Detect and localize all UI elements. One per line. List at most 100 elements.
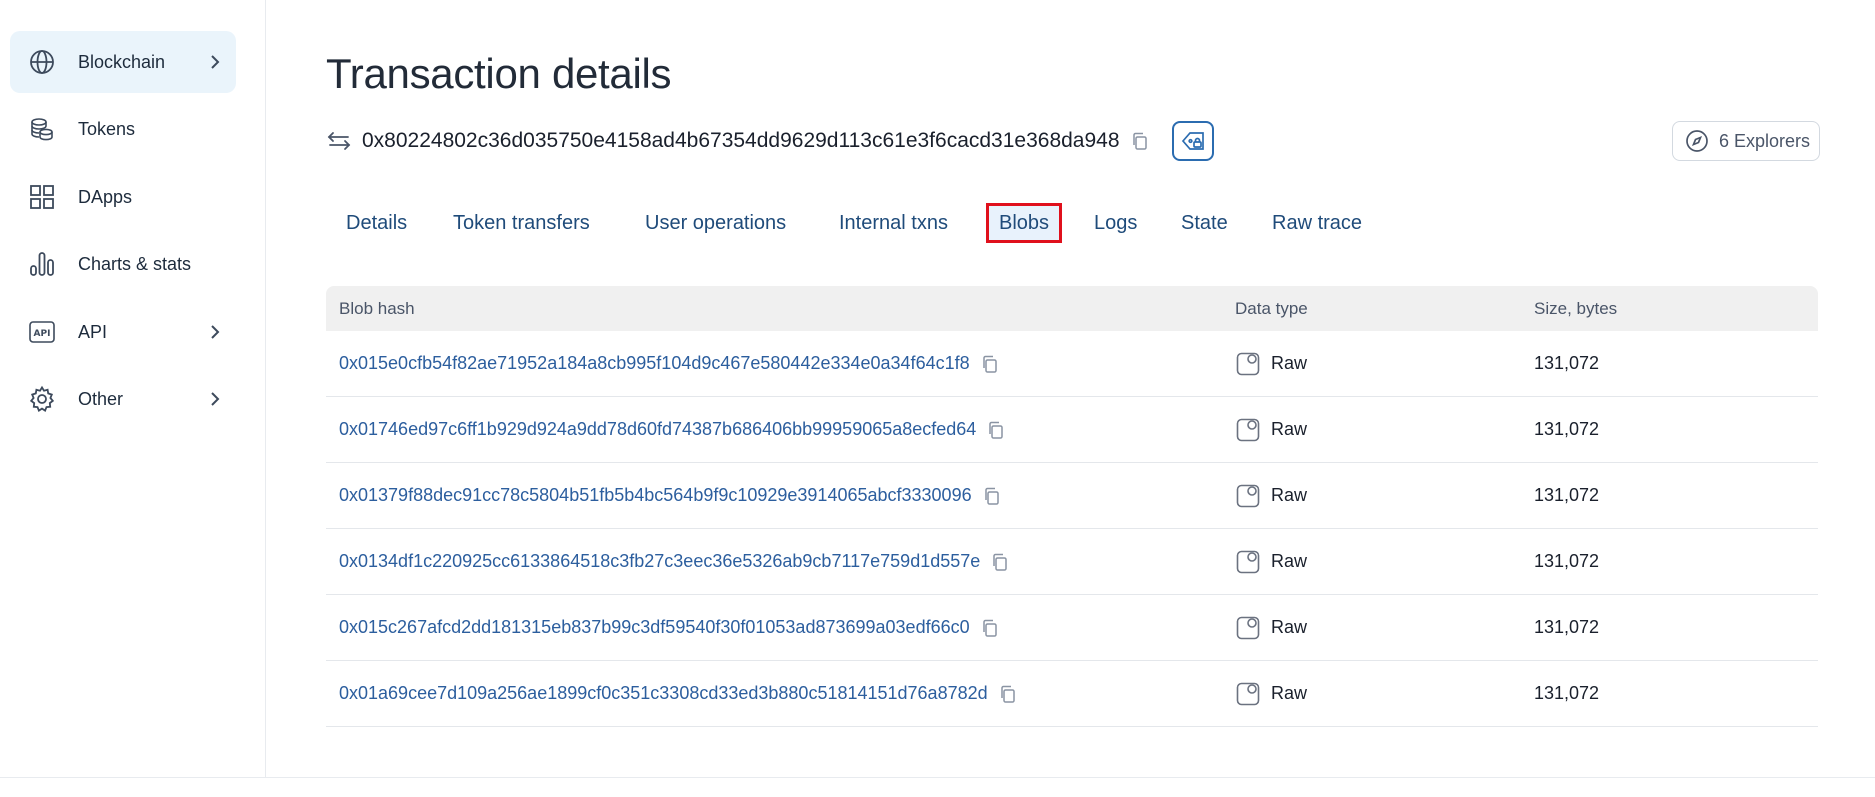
column-header-size: Size, bytes [1534,299,1618,318]
hash-cell: 0x015e0cfb54f82ae71952a184a8cb995f104d9c… [339,331,1000,396]
sidebar-item-blockchain[interactable]: Blockchain [10,31,236,93]
raw-file-icon [1235,351,1261,377]
explorers-label: 6 Explorers [1719,130,1811,151]
sidebar-item-tokens[interactable]: Tokens [10,98,236,160]
raw-file-icon [1235,615,1261,641]
table-row: 0x015c267afcd2dd181315eb837b99c3df59540f… [326,595,1818,661]
tab-user-operations[interactable]: User operations [645,203,786,243]
sidebar-item-label: DApps [78,187,133,207]
raw-file-icon [1235,417,1261,443]
copy-icon[interactable] [982,486,1002,506]
size-cell: 131,072 [1534,331,1599,396]
size-cell: 131,072 [1534,529,1599,594]
size-cell: 131,072 [1534,397,1599,462]
blob-hash-link[interactable]: 0x015e0cfb54f82ae71952a184a8cb995f104d9c… [339,353,970,374]
size-value: 131,072 [1534,485,1600,505]
tab-token-transfers[interactable]: Token transfers [453,203,590,243]
hash-cell: 0x01746ed97c6ff1b929d924a9dd78d60fd74387… [339,397,1006,462]
column-header-hash: Blob hash [339,299,415,318]
tag-lock-icon [1181,132,1204,150]
table-row: 0x01746ed97c6ff1b929d924a9dd78d60fd74387… [326,397,1818,463]
chevron-right-icon [205,322,225,342]
size-value: 131,072 [1534,617,1600,637]
grid-icon [28,183,56,211]
sidebar-item-label: Blockchain [78,52,166,72]
table-header: Blob hash Data type Size, bytes [326,286,1818,331]
tab-internal-txns[interactable]: Internal txns [839,203,948,243]
compass-icon [1686,130,1708,152]
data-type-label: Raw [1271,617,1308,637]
data-type-label: Raw [1271,485,1308,505]
size-value: 131,072 [1534,551,1600,571]
svg-text:API: API [34,329,51,339]
transfer-arrows-icon [326,128,352,154]
coins-icon [28,115,56,143]
blob-hash-link[interactable]: 0x01746ed97c6ff1b929d924a9dd78d60fd74387… [339,419,976,440]
type-cell: Raw [1235,397,1307,462]
copy-icon[interactable] [1130,131,1150,151]
blob-hash-link[interactable]: 0x01379f88dec91cc78c5804b51fb5b4bc564b9f… [339,485,972,506]
data-type-label: Raw [1271,683,1308,703]
tab-raw-trace[interactable]: Raw trace [1272,203,1362,243]
blobs-table: Blob hash Data type Size, bytes 0x015e0c… [326,286,1818,727]
copy-icon[interactable] [980,354,1000,374]
sidebar-item-dapps[interactable]: DApps [10,166,236,228]
tab-logs[interactable]: Logs [1094,203,1137,243]
data-type-label: Raw [1271,551,1308,571]
size-value: 131,072 [1534,683,1600,703]
raw-file-icon [1235,549,1261,575]
divider [0,777,1875,778]
api-icon: API [28,318,56,346]
tab-blobs[interactable]: Blobs [986,203,1063,243]
hash-cell: 0x01379f88dec91cc78c5804b51fb5b4bc564b9f… [339,463,1002,528]
tx-hash-row: 0x80224802c36d035750e4158ad4b67354dd9629… [326,120,1214,162]
type-cell: Raw [1235,463,1307,528]
size-value: 131,072 [1534,419,1600,439]
hash-cell: 0x01a69cee7d109a256ae1899cf0c351c3308cd3… [339,661,1018,726]
table-row: 0x01a69cee7d109a256ae1899cf0c351c3308cd3… [326,661,1818,727]
copy-icon[interactable] [986,420,1006,440]
data-type-label: Raw [1271,419,1308,439]
hash-cell: 0x0134df1c220925cc6133864518c3fb27c3eec3… [339,529,1010,594]
hash-cell: 0x015c267afcd2dd181315eb837b99c3df59540f… [339,595,1000,660]
sidebar: Blockchain Tokens DApps Charts & stats A… [0,0,266,778]
copy-icon[interactable] [998,684,1018,704]
sidebar-item-label: API [78,322,108,342]
sidebar-item-api[interactable]: API API [10,301,236,363]
type-cell: Raw [1235,529,1307,594]
tab-state[interactable]: State [1181,203,1228,243]
blob-hash-link[interactable]: 0x015c267afcd2dd181315eb837b99c3df59540f… [339,617,970,638]
type-cell: Raw [1235,331,1307,396]
column-header-type: Data type [1235,299,1308,318]
chevron-right-icon [205,52,225,72]
globe-icon [28,48,56,76]
table-row: 0x015e0cfb54f82ae71952a184a8cb995f104d9c… [326,331,1818,397]
page-title: Transaction details [326,50,672,97]
raw-file-icon [1235,681,1261,707]
copy-icon[interactable] [980,618,1000,638]
table-row: 0x01379f88dec91cc78c5804b51fb5b4bc564b9f… [326,463,1818,529]
sidebar-item-label: Tokens [78,119,136,139]
blob-hash-link[interactable]: 0x0134df1c220925cc6133864518c3fb27c3eec3… [339,551,980,572]
tx-hash: 0x80224802c36d035750e4158ad4b67354dd9629… [362,129,1120,152]
table-body: 0x015e0cfb54f82ae71952a184a8cb995f104d9c… [326,331,1818,727]
chevron-right-icon [205,389,225,409]
type-cell: Raw [1235,595,1307,660]
sidebar-item-label: Other [78,389,124,409]
explorers-button[interactable]: 6 Explorers [1672,121,1820,161]
tab-details[interactable]: Details [346,203,407,243]
size-cell: 131,072 [1534,463,1599,528]
size-value: 131,072 [1534,353,1600,373]
table-row: 0x0134df1c220925cc6133864518c3fb27c3eec3… [326,529,1818,595]
blob-hash-link[interactable]: 0x01a69cee7d109a256ae1899cf0c351c3308cd3… [339,683,988,704]
gear-icon [28,385,56,413]
size-cell: 131,072 [1534,661,1599,726]
raw-file-icon [1235,483,1261,509]
sidebar-item-other[interactable]: Other [10,368,236,430]
type-cell: Raw [1235,661,1307,726]
private-tag-button[interactable] [1171,121,1214,161]
data-type-label: Raw [1271,353,1308,373]
sidebar-item-charts-stats[interactable]: Charts & stats [10,233,236,295]
size-cell: 131,072 [1534,595,1599,660]
copy-icon[interactable] [990,552,1010,572]
